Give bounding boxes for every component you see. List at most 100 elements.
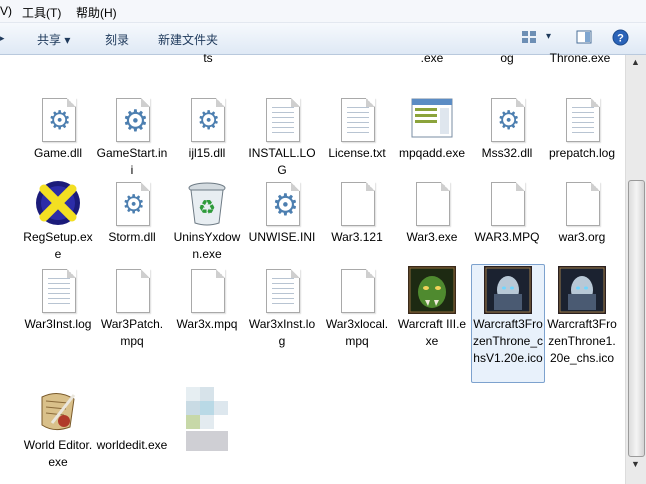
application-window-icon	[408, 95, 456, 143]
preview-pane-button[interactable]	[576, 29, 592, 48]
file-item[interactable]: Warcraft III.exe	[396, 266, 468, 350]
menu-view-partial[interactable]: V)	[0, 4, 12, 18]
blurred-image-icon	[186, 387, 228, 451]
file-label: WAR3.MPQ	[474, 230, 540, 244]
frozen-throne-icon	[558, 266, 606, 314]
file-item[interactable]: RegSetup.exe	[22, 179, 94, 263]
file-label: Warcraft3FrozenThrone_chsV1.20e.ico	[472, 317, 544, 365]
file-label: mpqadd.exe	[398, 146, 466, 160]
blank-file-icon	[558, 179, 606, 227]
new-folder-button[interactable]: 新建文件夹	[158, 31, 218, 48]
file-item[interactable]: War3xlocal.mpq	[321, 266, 393, 350]
blank-executable-icon	[108, 387, 156, 435]
file-item[interactable]: ⚙ Mss32.dll	[471, 95, 543, 162]
file-label: UNWISE.INI	[248, 230, 316, 244]
file-item[interactable]: War3.exe	[396, 179, 468, 246]
file-item[interactable]: ⚙ UNWISE.INI	[246, 179, 318, 246]
file-item[interactable]: ⚙ Storm.dll	[96, 179, 168, 246]
file-item[interactable]: ⚙ GameStart.ini	[96, 95, 168, 179]
file-item[interactable]: War3xInst.log	[246, 266, 318, 350]
file-label: prepatch.log	[548, 146, 616, 160]
settings-file-icon: ⚙	[258, 179, 306, 227]
recycle-bin-icon: ♻	[183, 179, 231, 227]
file-label: World Editor.exe	[23, 438, 93, 469]
file-label: war3.org	[558, 230, 606, 244]
preview-pane-icon	[576, 30, 592, 44]
file-item[interactable]: WAR3.MPQ	[471, 179, 543, 246]
file-item[interactable]: war3.org	[546, 179, 618, 246]
partial-file-label[interactable]: .exe	[396, 50, 468, 67]
scroll-up-icon[interactable]: ▲	[631, 57, 640, 67]
file-item[interactable]: INSTALL.LOG	[246, 95, 318, 179]
svg-text:?: ?	[617, 33, 624, 45]
file-item[interactable]: License.txt	[321, 95, 393, 162]
blank-file-icon	[483, 179, 531, 227]
file-label: War3.121	[331, 230, 383, 244]
file-label: UninsYxdown.exe	[173, 230, 241, 261]
text-file-icon	[558, 95, 606, 143]
burn-button[interactable]: 刻录	[105, 31, 129, 48]
file-label: GameStart.ini	[96, 146, 168, 177]
blank-file-icon	[183, 266, 231, 314]
partial-file-label[interactable]: Throne.exe	[544, 50, 616, 67]
file-label: War3x.mpq	[176, 317, 238, 331]
menu-tools[interactable]: 工具(T)	[22, 4, 61, 21]
chevron-left-icon[interactable]: ▸	[0, 33, 5, 44]
file-item[interactable]: War3x.mpq	[171, 266, 243, 333]
file-item[interactable]: prepatch.log	[546, 95, 618, 162]
file-label: INSTALL.LOG	[248, 146, 316, 177]
file-item[interactable]: War3Inst.log	[22, 266, 94, 333]
orc-warcraft-icon	[408, 266, 456, 314]
help-icon: ?	[612, 29, 629, 46]
scrollbar-thumb[interactable]	[628, 180, 645, 457]
menu-bar: V) 工具(T) 帮助(H)	[0, 0, 646, 23]
settings-file-icon: ⚙	[108, 95, 156, 143]
file-label: Storm.dll	[108, 230, 156, 244]
partial-file-label[interactable]: og	[471, 50, 543, 67]
file-item[interactable]: ⚙ ijl15.dll	[171, 95, 243, 162]
help-button[interactable]: ?	[612, 29, 629, 49]
file-item[interactable]: War3.121	[321, 179, 393, 246]
regsetup-app-icon	[34, 179, 82, 227]
file-label: worldedit.exe	[96, 438, 168, 452]
text-file-icon	[34, 266, 82, 314]
world-editor-scroll-icon	[34, 387, 82, 435]
frozen-throne-icon	[484, 266, 532, 314]
file-list-view: ts .exe og Throne.exe ⚙ Game.dll ⚙ GameS…	[0, 51, 624, 484]
menu-help[interactable]: 帮助(H)	[76, 4, 117, 21]
file-label: Warcraft III.exe	[397, 317, 467, 348]
vertical-scrollbar[interactable]: ▲ ▼	[625, 55, 646, 484]
partial-file-label[interactable]: ts	[172, 50, 244, 67]
dll-file-icon: ⚙	[183, 95, 231, 143]
dll-file-icon: ⚙	[108, 179, 156, 227]
text-file-icon	[258, 95, 306, 143]
blank-file-icon	[333, 266, 381, 314]
file-label: Mss32.dll	[481, 146, 533, 160]
blank-file-icon	[408, 179, 456, 227]
view-dropdown-arrow[interactable]: ▾	[546, 31, 551, 42]
text-file-icon	[258, 266, 306, 314]
pixelated-icon	[171, 387, 243, 457]
blank-file-icon	[333, 179, 381, 227]
file-label: License.txt	[328, 146, 386, 160]
file-item[interactable]: ⚙ Game.dll	[22, 95, 94, 162]
file-item[interactable]: worldedit.exe	[96, 387, 168, 454]
file-label: Warcraft3FrozenThrone1.20e_chs.ico	[547, 317, 617, 365]
file-label: War3xlocal.mpq	[325, 317, 389, 348]
file-item[interactable]: mpqadd.exe	[396, 95, 468, 162]
file-item[interactable]: World Editor.exe	[22, 387, 94, 471]
file-item[interactable]: War3Patch.mpq	[96, 266, 168, 350]
file-item[interactable]: Warcraft3FrozenThrone1.20e_chs.ico	[546, 266, 618, 367]
dll-file-icon: ⚙	[483, 95, 531, 143]
view-options-button[interactable]	[521, 29, 537, 48]
text-file-icon	[333, 95, 381, 143]
file-item[interactable]: ♻ UninsYxdown.exe	[171, 179, 243, 263]
file-label: War3Patch.mpq	[100, 317, 164, 348]
dll-file-icon: ⚙	[34, 95, 82, 143]
share-button[interactable]: 共享 ▾	[37, 31, 70, 48]
scroll-down-icon[interactable]: ▼	[631, 459, 640, 469]
file-label: RegSetup.exe	[23, 230, 93, 261]
file-label: War3Inst.log	[24, 317, 92, 331]
file-label: Game.dll	[33, 146, 83, 160]
file-item-selected[interactable]: Warcraft3FrozenThrone_chsV1.20e.ico	[471, 264, 545, 383]
